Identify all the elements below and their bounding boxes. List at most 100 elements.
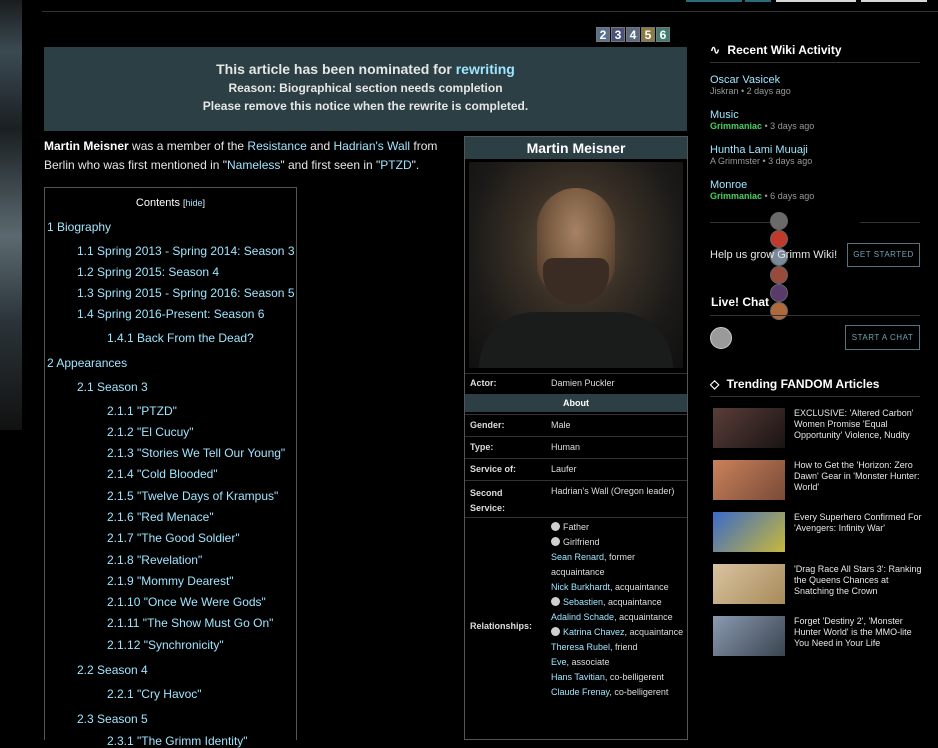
relationship-entry: Hans Tavitian, co-belligerent bbox=[551, 670, 685, 685]
actor-link[interactable]: Damien Puckler bbox=[551, 376, 615, 391]
activity-user-link[interactable]: Grimmaniac bbox=[710, 121, 762, 131]
toc-item[interactable]: 1.4.1 Back From the Dead? bbox=[107, 331, 254, 345]
relationship-name[interactable]: Sean Renard bbox=[551, 552, 604, 562]
toc-item[interactable]: 2.3 Season 5 bbox=[77, 712, 148, 726]
toc-item[interactable]: 2.1.6 "Red Menace" bbox=[107, 510, 214, 524]
season-badge[interactable]: 6 bbox=[656, 27, 670, 42]
toc-item[interactable]: 2.2 Season 4 bbox=[77, 663, 148, 677]
toc-item[interactable]: 1.4 Spring 2016-Present: Season 6 bbox=[77, 307, 264, 321]
activity-page-link[interactable]: Music bbox=[710, 109, 920, 121]
activity-time: • 6 days ago bbox=[762, 191, 815, 201]
contributor-avatar[interactable] bbox=[770, 284, 788, 302]
activity-icon: ∿ bbox=[710, 43, 721, 57]
actor-row: Actor: Damien Puckler bbox=[465, 373, 687, 394]
top-nav-tab[interactable] bbox=[776, 0, 856, 2]
trending-article-title[interactable]: EXCLUSIVE: 'Altered Carbon' Women Promis… bbox=[794, 408, 922, 441]
relationship-name[interactable]: Sebastien bbox=[563, 597, 603, 607]
toc-item[interactable]: 2.1.7 "The Good Soldier" bbox=[107, 531, 240, 545]
relationship-name[interactable]: Katrina Chavez bbox=[563, 627, 625, 637]
top-nav-tab[interactable] bbox=[861, 0, 927, 2]
toc-item[interactable]: 2 Appearances bbox=[47, 356, 127, 370]
article-thumbnail[interactable] bbox=[713, 616, 785, 656]
toc-item[interactable]: 2.3.1 "The Grimm Identity" bbox=[107, 734, 248, 748]
toc-item[interactable]: 1.1 Spring 2013 - Spring 2014: Season 3 bbox=[77, 244, 295, 258]
grow-wiki-text: Help us grow Grimm Wiki! bbox=[710, 249, 838, 261]
article-thumbnail[interactable] bbox=[713, 512, 785, 552]
top-nav-tab[interactable] bbox=[686, 0, 742, 2]
trending-article-title[interactable]: Forget 'Destiny 2', 'Monster Hunter Worl… bbox=[794, 616, 922, 649]
character-portrait[interactable] bbox=[469, 162, 683, 368]
contributor-avatar[interactable] bbox=[770, 266, 788, 284]
activity-user-link[interactable]: Grimmaniac bbox=[710, 191, 762, 201]
toc-item[interactable]: 2.1.11 "The Show Must Go On" bbox=[107, 616, 273, 630]
toc-item[interactable]: 2.1.4 "Cold Blooded" bbox=[107, 467, 218, 481]
relationship-name[interactable]: Claude Frenay bbox=[551, 687, 609, 697]
toc-item[interactable]: 2.1.8 "Revelation" bbox=[107, 553, 202, 567]
toc-item[interactable]: 2.1.2 "El Cucuy" bbox=[107, 425, 194, 439]
top-nav-tab[interactable] bbox=[745, 0, 771, 2]
article-thumbnail[interactable] bbox=[713, 564, 785, 604]
contributor-avatar[interactable] bbox=[770, 302, 788, 320]
type-link[interactable]: Human bbox=[551, 440, 580, 455]
toc-item[interactable]: 2.1.12 "Synchronicity" bbox=[107, 638, 224, 652]
rewrite-notice: This article has been nominated for rewr… bbox=[44, 47, 687, 131]
relationship-name[interactable]: Eve bbox=[551, 657, 567, 667]
season-badge[interactable]: 5 bbox=[641, 27, 655, 42]
contributor-avatar[interactable] bbox=[770, 212, 788, 230]
trending-article-title[interactable]: Every Superhero Confirmed For 'Avengers:… bbox=[794, 512, 922, 534]
toc-item[interactable]: 1 Biography bbox=[47, 220, 111, 234]
activity-user-link[interactable]: Jiskran bbox=[710, 86, 739, 96]
notice-reason: Reason: Biographical section needs compl… bbox=[228, 81, 503, 95]
trending-article-title[interactable]: 'Drag Race All Stars 3': Ranking the Que… bbox=[794, 564, 922, 597]
start-chat-button[interactable]: START A CHAT bbox=[845, 325, 920, 350]
recent-activity-list: Oscar Vasicek Jiskran • 2 days ago Music Gr… bbox=[710, 74, 920, 214]
toc-hide-link[interactable]: hide bbox=[186, 198, 203, 208]
about-header: About bbox=[465, 394, 687, 412]
activity-user-link[interactable]: A Grimmster bbox=[710, 156, 760, 166]
relationship-note: , associate bbox=[566, 657, 610, 667]
toc-item[interactable]: 2.1 Season 3 bbox=[77, 380, 148, 394]
season-badge[interactable]: 3 bbox=[611, 27, 625, 42]
get-started-button[interactable]: GET STARTED bbox=[847, 243, 920, 267]
season-badge[interactable]: 2 bbox=[596, 27, 610, 42]
activity-time: • 3 days ago bbox=[760, 156, 813, 166]
live-chat-title: Live! Chat bbox=[711, 295, 770, 309]
relationship-name[interactable]: Adalind Schade bbox=[551, 612, 614, 622]
relationship-name[interactable]: Theresa Rubel bbox=[551, 642, 610, 652]
relationship-name[interactable]: Nick Burkhardt bbox=[551, 582, 610, 592]
activity-page-link[interactable]: Monroe bbox=[710, 179, 920, 191]
chat-user-avatar[interactable] bbox=[710, 327, 732, 349]
toc-item[interactable]: 1.3 Spring 2015 - Spring 2016: Season 5 bbox=[77, 286, 295, 300]
toc-item[interactable]: 2.1.10 "Once We Were Gods" bbox=[107, 595, 266, 609]
article-thumbnail[interactable] bbox=[713, 460, 785, 500]
article-thumbnail[interactable] bbox=[713, 408, 785, 448]
toc-item[interactable]: 2.1.1 "PTZD" bbox=[107, 404, 177, 418]
relationship-entry: Father bbox=[551, 520, 685, 535]
trending-article[interactable]: How to Get the 'Horizon: Zero Dawn' Gear… bbox=[713, 460, 923, 502]
hadrians-wall-link[interactable]: Hadrian's Wall bbox=[333, 139, 410, 153]
relationship-name[interactable]: Hans Tavitian bbox=[551, 672, 605, 682]
relationship-entry: Adalind Schade, acquaintance bbox=[551, 610, 685, 625]
contributor-avatar[interactable] bbox=[770, 230, 788, 248]
toc-item[interactable]: 2.2.1 "Cry Havoc" bbox=[107, 687, 202, 701]
trending-article[interactable]: 'Drag Race All Stars 3': Ranking the Que… bbox=[713, 564, 923, 606]
trending-article-title[interactable]: How to Get the 'Horizon: Zero Dawn' Gear… bbox=[794, 460, 922, 493]
nameless-link[interactable]: Nameless bbox=[227, 158, 280, 172]
relationships-row: Relationships: Father Girlfriend Sean Rena… bbox=[465, 517, 687, 740]
relationship-note: , acquaintance bbox=[624, 627, 684, 637]
resistance-link[interactable]: Resistance bbox=[247, 139, 306, 153]
trending-article[interactable]: EXCLUSIVE: 'Altered Carbon' Women Promis… bbox=[713, 408, 923, 450]
toc-item[interactable]: 2.1.9 "Mommy Dearest" bbox=[107, 574, 234, 588]
rewriting-link[interactable]: rewriting bbox=[456, 61, 515, 77]
trending-article[interactable]: Forget 'Destiny 2', 'Monster Hunter Worl… bbox=[713, 616, 923, 658]
activity-page-link[interactable]: Oscar Vasicek bbox=[710, 74, 920, 86]
toc-item[interactable]: 2.1.3 "Stories We Tell Our Young" bbox=[107, 446, 285, 460]
recent-activity-header: ∿ Recent Wiki Activity bbox=[710, 43, 842, 57]
activity-page-link[interactable]: Huntha Lami Muuaji bbox=[710, 144, 920, 156]
toc-item[interactable]: 2.1.5 "Twelve Days of Krampus" bbox=[107, 489, 278, 503]
season-badge[interactable]: 4 bbox=[626, 27, 640, 42]
season-pager: 23456 bbox=[596, 27, 670, 42]
trending-article[interactable]: Every Superhero Confirmed For 'Avengers:… bbox=[713, 512, 923, 554]
toc-item[interactable]: 1.2 Spring 2015: Season 4 bbox=[77, 265, 219, 279]
ptzd-link[interactable]: PTZD bbox=[380, 158, 411, 172]
